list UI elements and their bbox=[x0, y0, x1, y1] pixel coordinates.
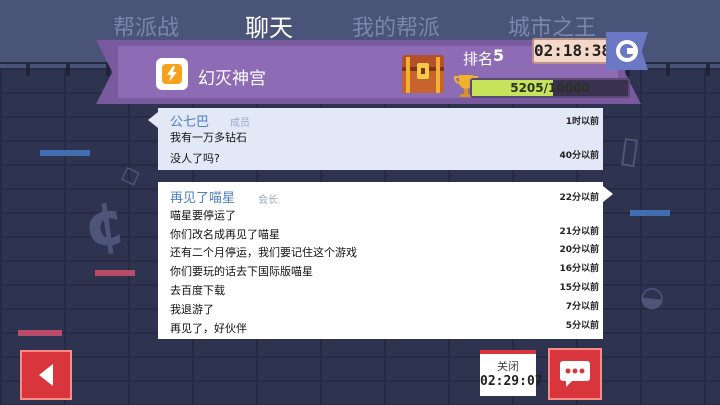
message-timestamp: 5分以前 bbox=[565, 321, 599, 331]
back-arrow-icon bbox=[39, 364, 53, 386]
message-timestamp: 22分以前 bbox=[559, 193, 599, 203]
message-text: 去百度下载 bbox=[170, 284, 225, 297]
close-label: 关闭 bbox=[497, 360, 519, 373]
chat-message-card: 公七巴 成员 1时以前 我有一万多钻石 40分以前 没人了吗? bbox=[148, 108, 603, 170]
message-timestamp: 21分以前 bbox=[559, 227, 599, 237]
message-timestamp: 20分以前 bbox=[559, 245, 599, 255]
message-sender[interactable]: 公七巴 bbox=[170, 111, 209, 130]
message-sender-role: 成员 bbox=[230, 118, 250, 129]
guild-logo bbox=[156, 58, 188, 90]
message-text: 我有一万多钻石 bbox=[170, 131, 247, 144]
message-text: 没人了吗? bbox=[170, 152, 220, 165]
guild-progress-text: 5205/10000 bbox=[510, 81, 590, 95]
colored-brick bbox=[630, 210, 670, 216]
speech-bubble-icon bbox=[560, 361, 590, 387]
treasure-chest-icon[interactable] bbox=[398, 49, 448, 97]
chat-message-card: 再见了喵星 会长 22分以前 喵星要停运了 你们改名成再见了喵星 21分以前 还… bbox=[158, 182, 613, 339]
chat-input-button[interactable] bbox=[548, 348, 602, 400]
tab-my-guild[interactable]: 我的帮派 bbox=[352, 10, 440, 42]
close-timer: 02:29:07 bbox=[480, 374, 543, 389]
colored-brick bbox=[18, 330, 62, 336]
rank-value: 5 bbox=[493, 46, 505, 65]
message-timestamp: 7分以前 bbox=[565, 302, 599, 312]
graffiti-mask: ◒ bbox=[638, 278, 667, 315]
message-text: 还有二个月停运，我们要记住这个游戏 bbox=[170, 246, 357, 259]
guild-name: 幻灭神宫 bbox=[198, 69, 266, 89]
message-text: 我退游了 bbox=[170, 303, 214, 316]
close-chat-button[interactable]: 关闭 02:29:07 bbox=[480, 350, 543, 396]
message-sender[interactable]: 再见了喵星 bbox=[170, 187, 235, 206]
message-text: 再见了，好伙伴 bbox=[170, 322, 247, 335]
colored-brick bbox=[95, 270, 135, 276]
colored-brick bbox=[40, 150, 90, 156]
guild-progress-bar: 5205/10000 bbox=[470, 78, 630, 98]
lightning-icon bbox=[162, 64, 182, 84]
message-timestamp: 15分以前 bbox=[559, 283, 599, 293]
message-text: 你们改名成再见了喵星 bbox=[170, 228, 280, 241]
message-timestamp: 40分以前 bbox=[559, 151, 599, 161]
message-text: 你们要玩的话去下国际版喵星 bbox=[170, 265, 313, 278]
coin-icon bbox=[616, 40, 638, 62]
guild-timer: 02:18:38 bbox=[532, 38, 611, 64]
rank-label: 排名 bbox=[463, 50, 494, 68]
tab-chat[interactable]: 聊天 bbox=[245, 8, 293, 43]
message-text: 喵星要停运了 bbox=[170, 209, 236, 222]
message-timestamp: 1时以前 bbox=[565, 117, 599, 127]
message-sender-role: 会长 bbox=[258, 195, 278, 206]
message-timestamp: 16分以前 bbox=[559, 264, 599, 274]
tab-guild-war[interactable]: 帮派战 bbox=[113, 10, 179, 42]
back-button[interactable] bbox=[20, 350, 72, 400]
